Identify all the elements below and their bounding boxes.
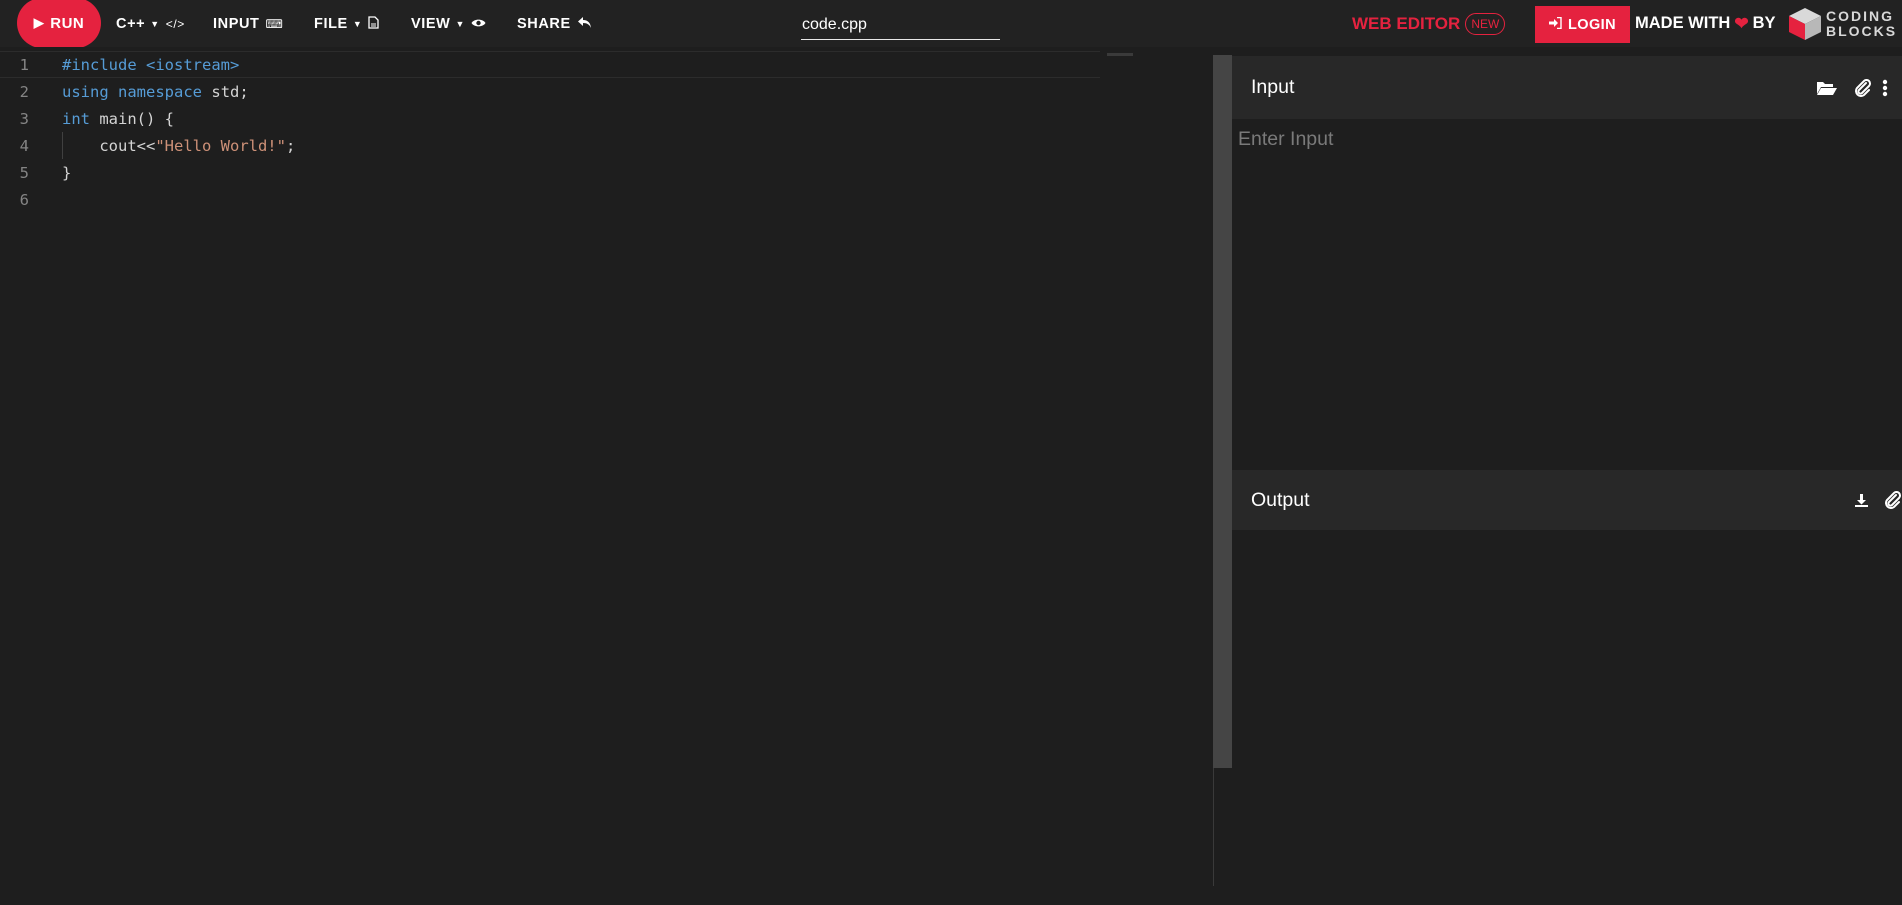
play-icon: ▶ bbox=[33, 15, 45, 30]
share-menu-label: SHARE bbox=[517, 15, 571, 32]
paperclip-icon[interactable] bbox=[1854, 56, 1872, 119]
language-menu[interactable]: C++ ▼ </> bbox=[116, 0, 185, 47]
stdin-input[interactable] bbox=[1232, 119, 1902, 468]
code-token: ; bbox=[285, 136, 296, 155]
share-menu[interactable]: SHARE bbox=[517, 0, 592, 47]
code-token: namespace bbox=[118, 82, 203, 101]
line-number: 1 bbox=[19, 55, 29, 74]
heart-icon: ❤ bbox=[1734, 13, 1749, 33]
download-icon[interactable] bbox=[1854, 470, 1869, 530]
code-text: cout<<"Hello World!"; bbox=[62, 137, 295, 155]
code-text: #include <iostream> bbox=[62, 56, 239, 74]
code-token: <iostream> bbox=[146, 55, 240, 74]
coding-blocks-wordmark: CODING BLOCKS bbox=[1826, 9, 1897, 39]
code-token: "Hello World!" bbox=[155, 136, 286, 155]
code-text: int main() { bbox=[62, 110, 174, 128]
eye-icon bbox=[471, 17, 486, 31]
web-editor-label: WEB EDITOR bbox=[1352, 13, 1461, 33]
code-token: using bbox=[62, 82, 109, 101]
input-menu[interactable]: INPUT ⌨ bbox=[213, 0, 283, 47]
keyboard-icon: ⌨ bbox=[265, 16, 284, 31]
made-with-text: MADE WITH ❤ BY bbox=[1635, 0, 1776, 47]
panel-resize-handle[interactable] bbox=[1213, 55, 1232, 768]
code-editor[interactable]: 1 #include <iostream> 2 using namespace … bbox=[0, 47, 1213, 905]
code-token: cout<< bbox=[62, 136, 156, 155]
top-bar: ▶ RUN C++ ▼ </> INPUT ⌨ FILE ▼ VIEW ▼ SH… bbox=[0, 0, 1902, 48]
made-with-prefix: MADE WITH bbox=[1635, 14, 1731, 32]
line-number: 3 bbox=[19, 109, 29, 128]
line-number: 2 bbox=[19, 82, 29, 101]
view-menu-label: VIEW bbox=[411, 15, 451, 32]
login-button-label: LOGIN bbox=[1568, 16, 1616, 33]
line-number: 6 bbox=[19, 190, 29, 209]
code-line[interactable]: 3 int main() { bbox=[0, 105, 1100, 132]
code-line[interactable]: 1 #include <iostream> bbox=[0, 51, 1100, 78]
code-token: main() { bbox=[99, 109, 174, 128]
file-menu-label: FILE bbox=[314, 15, 348, 32]
output-area bbox=[1232, 530, 1902, 886]
run-button[interactable]: ▶ RUN bbox=[17, 0, 101, 48]
caret-down-icon: ▼ bbox=[150, 18, 160, 29]
output-panel-title: Output bbox=[1251, 488, 1310, 511]
output-panel-header: Output bbox=[1232, 470, 1902, 530]
input-panel-title: Input bbox=[1251, 76, 1295, 98]
more-vertical-icon[interactable] bbox=[1882, 56, 1888, 119]
brand-line2: BLOCKS bbox=[1826, 23, 1898, 39]
code-token: int bbox=[62, 109, 90, 128]
indent-guide bbox=[62, 132, 63, 159]
paperclip-icon[interactable] bbox=[1884, 470, 1902, 530]
code-token: std; bbox=[211, 82, 249, 101]
made-with-suffix: BY bbox=[1752, 14, 1776, 32]
code-line[interactable]: 2 using namespace std; bbox=[0, 78, 1100, 105]
coding-blocks-cube-icon bbox=[1789, 8, 1821, 40]
panel-divider bbox=[1213, 768, 1214, 886]
code-icon: </> bbox=[165, 16, 185, 31]
sign-in-icon bbox=[1549, 16, 1562, 32]
input-menu-label: INPUT bbox=[213, 15, 260, 32]
login-button[interactable]: LOGIN bbox=[1535, 6, 1630, 43]
folder-open-icon[interactable] bbox=[1816, 56, 1838, 119]
file-icon bbox=[368, 15, 379, 32]
web-editor-link[interactable]: WEB EDITOR NEW bbox=[1352, 0, 1506, 47]
code-line[interactable]: 6 bbox=[0, 186, 1100, 213]
code-text: using namespace std; bbox=[62, 83, 249, 101]
language-menu-label: C++ bbox=[116, 15, 146, 32]
code-line[interactable]: 5 } bbox=[0, 159, 1100, 186]
caret-down-icon: ▼ bbox=[455, 18, 465, 29]
code-text: } bbox=[62, 163, 72, 182]
file-menu[interactable]: FILE ▼ bbox=[314, 0, 379, 47]
minimap[interactable] bbox=[1107, 53, 1133, 56]
line-number: 5 bbox=[19, 163, 29, 182]
coding-blocks-logo[interactable]: CODING BLOCKS bbox=[1787, 6, 1897, 42]
run-button-label: RUN bbox=[50, 14, 85, 32]
line-number: 4 bbox=[19, 136, 29, 155]
brand-line1: CODING bbox=[1826, 8, 1894, 24]
share-icon bbox=[577, 16, 592, 32]
input-panel-header: Input bbox=[1232, 56, 1902, 119]
caret-down-icon: ▼ bbox=[352, 18, 363, 29]
view-menu[interactable]: VIEW ▼ bbox=[411, 0, 486, 47]
code-token: #include bbox=[62, 55, 137, 74]
new-badge: NEW bbox=[1465, 12, 1506, 35]
code-line[interactable]: 4 cout<<"Hello World!"; bbox=[0, 132, 1100, 159]
filename-input[interactable] bbox=[801, 10, 1000, 40]
